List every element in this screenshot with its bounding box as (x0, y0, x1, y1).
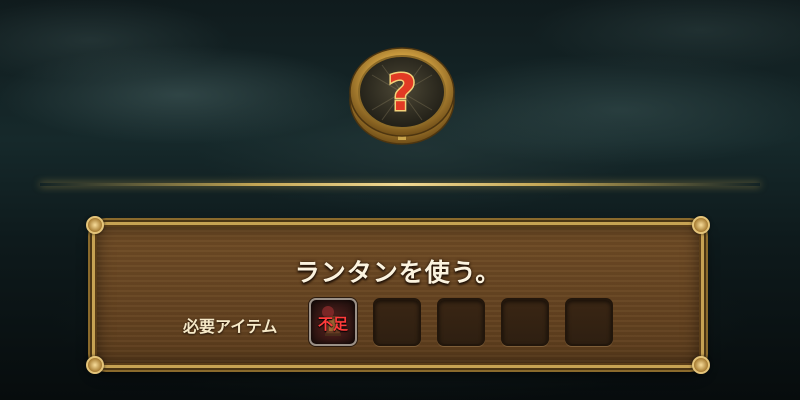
question-mark-icon: ? (387, 64, 416, 122)
panel-corner-ornament (86, 216, 104, 234)
required-items-label: 必要アイテム (183, 317, 278, 336)
dialog-message: ランタンを使う。 (294, 258, 502, 287)
panel-corner-ornament (86, 356, 104, 374)
required-item-slot-4[interactable] (501, 298, 549, 346)
question-medal[interactable]: ? (342, 30, 462, 150)
required-item-slot-3[interactable] (437, 298, 485, 346)
panel-corner-ornament (692, 356, 710, 374)
gold-divider (40, 183, 760, 186)
panel-corner-ornament (692, 216, 710, 234)
shortage-label: 不足 (317, 315, 348, 333)
item-use-dialog: ランタンを使う。 必要アイテム 不足 (86, 216, 710, 374)
required-item-slot-5[interactable] (565, 298, 613, 346)
game-screen: ? ランタンを使う。 必要アイテム 不足 (0, 0, 800, 400)
required-item-slot-2[interactable] (373, 298, 421, 346)
required-item-slot-1[interactable]: 不足 (309, 298, 357, 346)
